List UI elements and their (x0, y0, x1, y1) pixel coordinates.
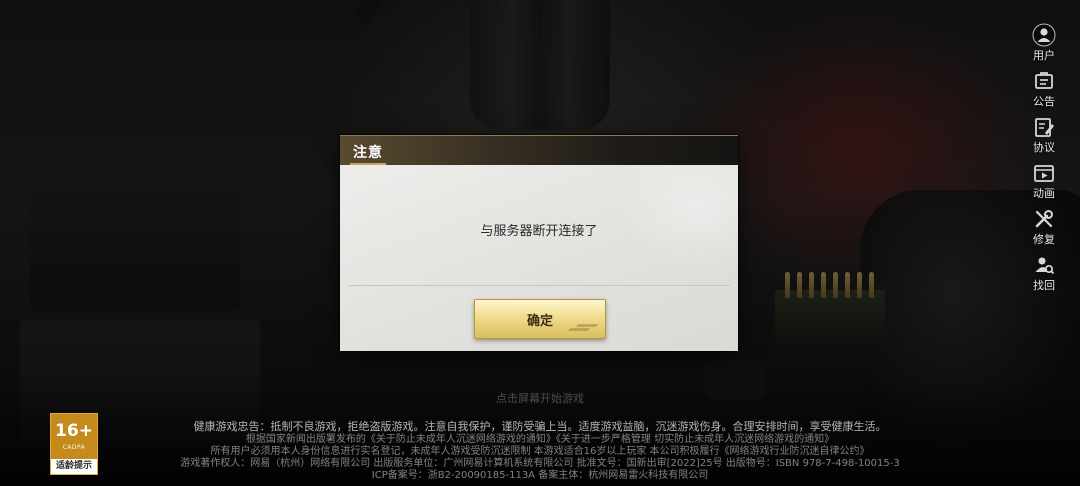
footer-line: 根据国家新闻出版署发布的《关于防止未成年人沉迷网络游戏的通知》《关于进一步严格管… (245, 434, 835, 445)
repair-icon (1031, 206, 1057, 232)
side-menu-label: 动画 (1033, 187, 1055, 200)
side-menu-label: 用户 (1033, 49, 1055, 62)
side-menu-notice[interactable]: 公告 (1018, 68, 1070, 114)
recover-icon (1031, 252, 1057, 278)
side-menu-label: 协议 (1033, 141, 1055, 154)
footer-line: ICP备案号：浙B2-20090185-113A 备案主体：杭州网易雷火科技有限… (371, 470, 709, 481)
side-menu-repair[interactable]: 修复 (1018, 206, 1070, 252)
confirm-button[interactable]: 确定 (474, 299, 606, 339)
side-menu: 用户 公告 协议 动画 修复 找回 (1018, 22, 1070, 298)
side-menu-recover[interactable]: 找回 (1018, 252, 1070, 298)
confirm-button-label: 确定 (526, 313, 553, 329)
age-rating-number: 16+ (55, 421, 93, 441)
dialog-title: 注意 (353, 145, 383, 161)
dialog-message: 与服务器断开连接了 (480, 224, 598, 239)
notice-icon (1031, 68, 1057, 94)
dialog-header: 注意 (340, 135, 738, 166)
dialog-divider (348, 285, 730, 286)
side-menu-label: 公告 (1033, 95, 1055, 108)
footer-line: 游戏著作权人：网易（杭州）网络有限公司 出版服务单位：广州网易计算机系统有限公司… (180, 458, 900, 469)
side-menu-agreement[interactable]: 协议 (1018, 114, 1070, 160)
start-hint: 点击屏幕开始游戏 (496, 392, 584, 405)
button-decoration (575, 324, 599, 327)
side-menu-label: 找回 (1033, 279, 1055, 292)
user-icon (1031, 22, 1057, 48)
age-rating-label: 适龄提示 (51, 459, 97, 474)
health-notice: 健康游戏忠告：抵制不良游戏，拒绝盗版游戏。注意自我保护，谨防受骗上当。适度游戏益… (193, 420, 887, 433)
game-launch-screen[interactable]: 点击屏幕开始游戏 用户 公告 协议 动画 修复 找回 注意 与服务器断开连接了 … (0, 0, 1080, 486)
side-menu-animation[interactable]: 动画 (1018, 160, 1070, 206)
footer-line: 所有用户必须用本人身份信息进行实名登记，未成年人游戏受防沉迷限制 本游戏适合16… (210, 446, 870, 457)
animation-icon (1031, 160, 1057, 186)
age-rating-org: CADPA (62, 444, 86, 451)
footer-notice: 健康游戏忠告：抵制不良游戏，拒绝盗版游戏。注意自我保护，谨防受骗上当。适度游戏益… (0, 420, 1080, 482)
side-menu-user[interactable]: 用户 (1018, 22, 1070, 68)
side-menu-label: 修复 (1033, 233, 1055, 246)
disconnect-dialog: 注意 与服务器断开连接了 确定 (340, 135, 738, 351)
button-decoration (567, 328, 591, 331)
agreement-icon (1031, 114, 1057, 140)
age-rating-badge[interactable]: 16+ CADPA 适龄提示 (50, 413, 98, 475)
